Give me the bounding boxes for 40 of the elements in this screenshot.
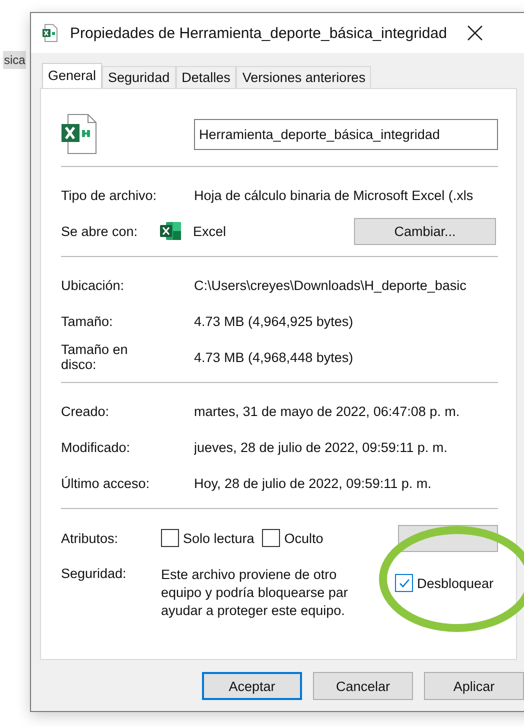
field-label: Tamaño en disco: [61,342,129,372]
field-value: jueves, 28 de julio de 2022, 09:59:11 p. m. [194,440,448,454]
checkbox-label[interactable]: Desbloquear [417,576,494,590]
field-value: Hoja de cálculo binaria de Microsoft Excel (.xls [194,188,474,202]
field-label: Creado: [61,404,110,418]
field-label: Último acceso: [61,476,151,490]
change-button[interactable]: Cambiar... [354,218,496,244]
tab[interactable]: Versiones anteriores [236,66,372,88]
checkbox-label[interactable]: Solo lectura [183,530,254,546]
tab[interactable]: General [42,63,102,89]
spreadsheet-file-icon [42,24,58,42]
field-label: Se abre con: [61,224,139,238]
field-value: 4.73 MB (4,964,925 bytes) [194,314,354,328]
tab[interactable]: Seguridad [102,66,176,88]
window-title: Propiedades de Herramienta_deporte_básica_integridad [70,24,447,42]
app-name: Excel [193,224,226,238]
check-icon [398,578,410,588]
field-label: Seguridad: [61,566,128,581]
checkbox[interactable] [262,529,280,547]
spreadsheet-app-icon [160,221,182,241]
field-label: Atributos: [61,530,120,546]
dialog-button[interactable]: Cancelar [313,672,413,700]
file-name-field[interactable]: Herramienta_deporte_básica_integridad [194,118,498,150]
checkbox-label[interactable]: Oculto [284,530,324,546]
dialog-button[interactable]: Aceptar [202,672,302,700]
field-value: Hoy, 28 de julio de 2022, 09:59:11 p. m. [194,476,432,490]
tab[interactable]: Detalles [176,66,236,88]
field-value: martes, 31 de mayo de 2022, 06:47:08 p. m. [194,404,461,418]
field-label: Modificado: [61,440,132,454]
field-label: Ubicación: [61,278,126,292]
spreadsheet-file-icon [61,114,97,154]
checkbox[interactable] [395,574,413,592]
field-value: C:\Users\creyes\Downloads\H_deporte_basic [194,278,468,292]
field-label: Tipo de archivo: [61,188,158,202]
close-icon[interactable] [466,25,483,41]
field-label: Tamaño: [61,314,114,328]
field-value: 4.73 MB (4,968,448 bytes) [194,350,354,364]
checkbox[interactable] [161,529,179,547]
dialog-button[interactable]: Aplicar [424,672,524,700]
security-message: Este archivo proviene de otro equipo y podría bloquearse par ayudar a proteger este equipo. [161,566,349,620]
